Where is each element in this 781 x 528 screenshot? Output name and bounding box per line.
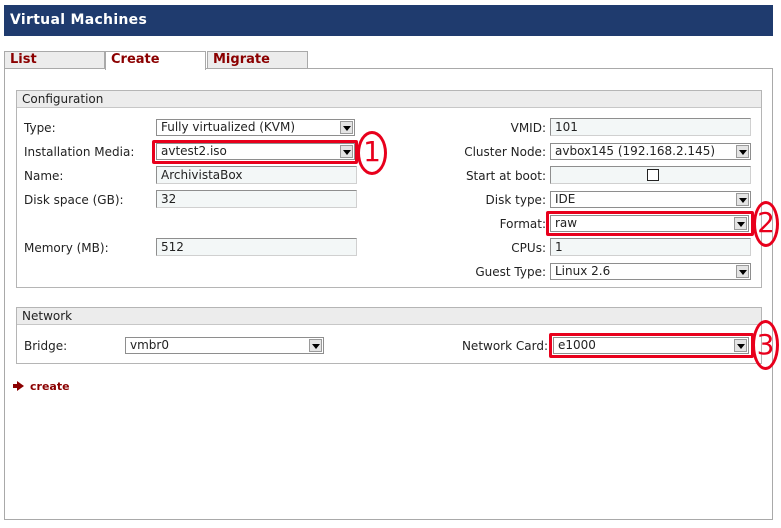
page-title: Virtual Machines [4, 5, 773, 36]
cluster-node-label: Cluster Node: [464, 145, 546, 159]
cluster-node-value: avbox145 (192.168.2.145) [555, 144, 716, 158]
memory-input[interactable]: 512 [156, 238, 357, 256]
highlight-box [546, 211, 754, 236]
chevron-down-icon[interactable] [736, 265, 749, 278]
disk-type-select[interactable]: IDE [550, 191, 751, 208]
type-label: Type: [24, 121, 56, 135]
format-label: Format: [499, 217, 546, 231]
chevron-down-icon[interactable] [340, 121, 353, 134]
type-select[interactable]: Fully virtualized (KVM) [156, 119, 355, 136]
cpus-input[interactable]: 1 [550, 238, 751, 256]
annotation-number: 2 [757, 206, 775, 239]
start-at-boot-label: Start at boot: [465, 169, 546, 183]
guest-type-value: Linux 2.6 [555, 264, 611, 278]
network-card-label: Network Card: [461, 339, 548, 353]
cpus-label: CPUs: [511, 241, 546, 255]
highlight-box [152, 140, 358, 164]
disk-type-value: IDE [555, 192, 576, 206]
vmid-label: VMID: [510, 121, 546, 135]
create-link[interactable]: create [13, 380, 70, 393]
chevron-down-icon[interactable] [736, 193, 749, 206]
start-at-boot-checkbox[interactable] [647, 169, 659, 181]
chevron-down-icon[interactable] [309, 339, 322, 352]
network-legend: Network [17, 308, 761, 325]
create-link-label: create [30, 380, 70, 393]
name-label: Name: [24, 169, 64, 183]
bridge-label: Bridge: [24, 339, 68, 353]
disk-space-label: Disk space (GB): [24, 193, 124, 207]
installation-media-label: Installation Media: [24, 145, 135, 159]
type-value: Fully virtualized (KVM) [161, 120, 296, 134]
guest-type-select[interactable]: Linux 2.6 [550, 263, 751, 280]
disk-type-label: Disk type: [485, 193, 546, 207]
name-input[interactable]: ArchivistaBox [156, 166, 357, 184]
highlight-box [549, 333, 754, 358]
chevron-down-icon[interactable] [736, 145, 749, 158]
annotation-number: 1 [363, 135, 381, 168]
configuration-legend: Configuration [17, 91, 761, 108]
memory-label: Memory (MB): [24, 241, 109, 255]
arrow-right-icon [13, 381, 24, 391]
bridge-select[interactable]: vmbr0 [125, 337, 324, 354]
guest-type-label: Guest Type: [475, 265, 546, 279]
tab-list[interactable]: List [4, 51, 105, 68]
vmid-input[interactable]: 101 [550, 118, 751, 136]
cluster-node-select[interactable]: avbox145 (192.168.2.145) [550, 143, 751, 160]
tab-migrate[interactable]: Migrate [207, 51, 308, 68]
tab-create[interactable]: Create [105, 51, 206, 70]
disk-space-input[interactable]: 32 [156, 190, 357, 208]
annotation-number: 3 [756, 328, 775, 361]
bridge-value: vmbr0 [130, 338, 169, 352]
